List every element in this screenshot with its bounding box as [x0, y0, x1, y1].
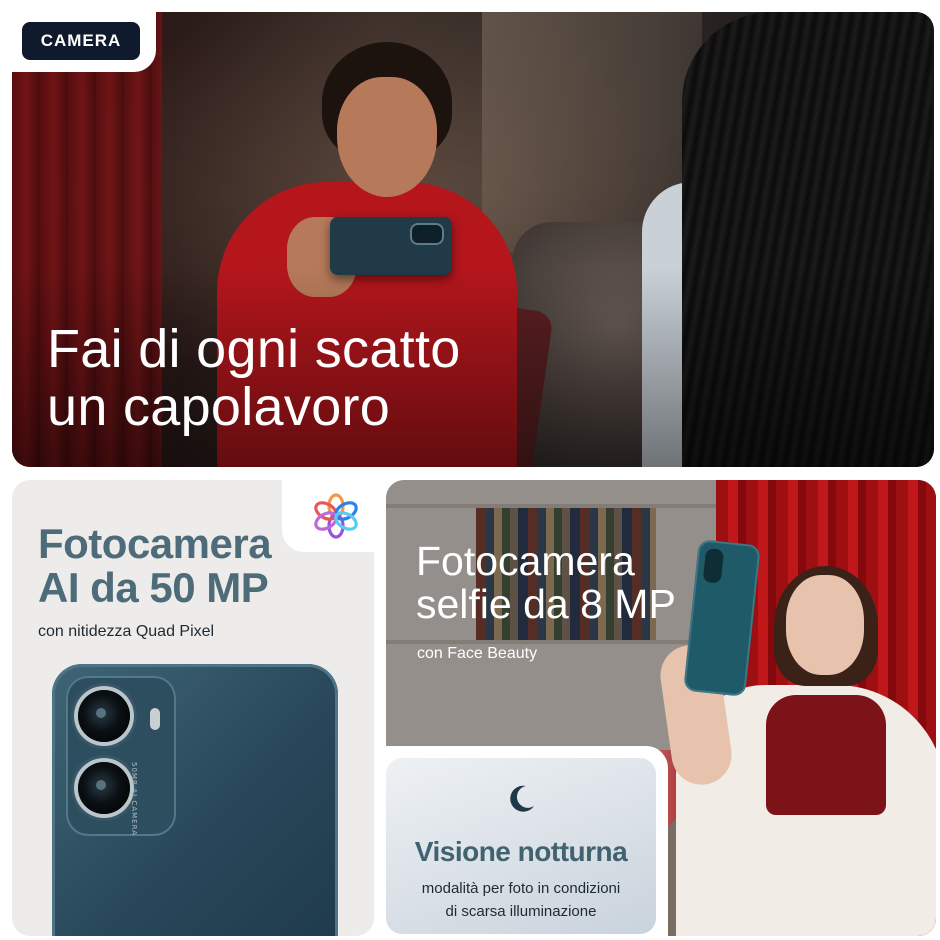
hero-title: Fai di ogni scatto un capolavoro: [47, 320, 607, 436]
night-vision-desc-line1: modalità per foto in condizioni: [421, 880, 621, 897]
phone-back-image: 50MP AI CAMERA: [52, 664, 338, 936]
night-vision-title: Visione notturna: [414, 836, 628, 867]
camera-module: 50MP AI CAMERA: [66, 676, 176, 836]
hero-title-line1: Fai di ogni scatto: [47, 319, 461, 379]
camera-badge: CAMERA: [22, 22, 140, 60]
woman-collar: [766, 695, 886, 815]
night-vision-description: modalità per foto in condizioni di scars…: [386, 877, 656, 923]
selfie-camera-subtitle: con Face Beauty: [417, 645, 538, 662]
main-camera-heading-line2: AI da 50 MP: [38, 564, 269, 611]
selfie-camera-heading-line2: selfie da 8 MP: [416, 581, 676, 627]
secondary-lens-icon: [78, 762, 130, 814]
flash-icon: [150, 708, 160, 730]
main-camera-heading: Fotocamera AI da 50 MP: [38, 522, 318, 610]
main-lens-icon: [78, 690, 130, 742]
camera-module-label: 50MP AI CAMERA: [130, 762, 138, 836]
night-vision-card: Visione notturna modalità per foto in co…: [386, 758, 656, 934]
main-camera-heading-line1: Fotocamera: [38, 520, 272, 567]
main-camera-subtitle: con nitidezza Quad Pixel: [38, 623, 215, 640]
moon-icon: [510, 785, 534, 812]
night-vision-desc-line2: di scarsa illuminazione: [445, 903, 597, 920]
hero-title-line2: un capolavoro: [47, 377, 391, 437]
selfie-camera-heading-line1: Fotocamera: [416, 538, 635, 584]
main-camera-panel: Fotocamera AI da 50 MP con nitidezza Qua…: [12, 480, 374, 936]
hero-banner: Fai di ogni scatto un capolavoro: [12, 12, 934, 467]
woman-face: [786, 575, 864, 675]
badge-tab: CAMERA: [0, 0, 156, 72]
selfie-camera-heading: Fotocamera selfie da 8 MP: [416, 540, 756, 626]
